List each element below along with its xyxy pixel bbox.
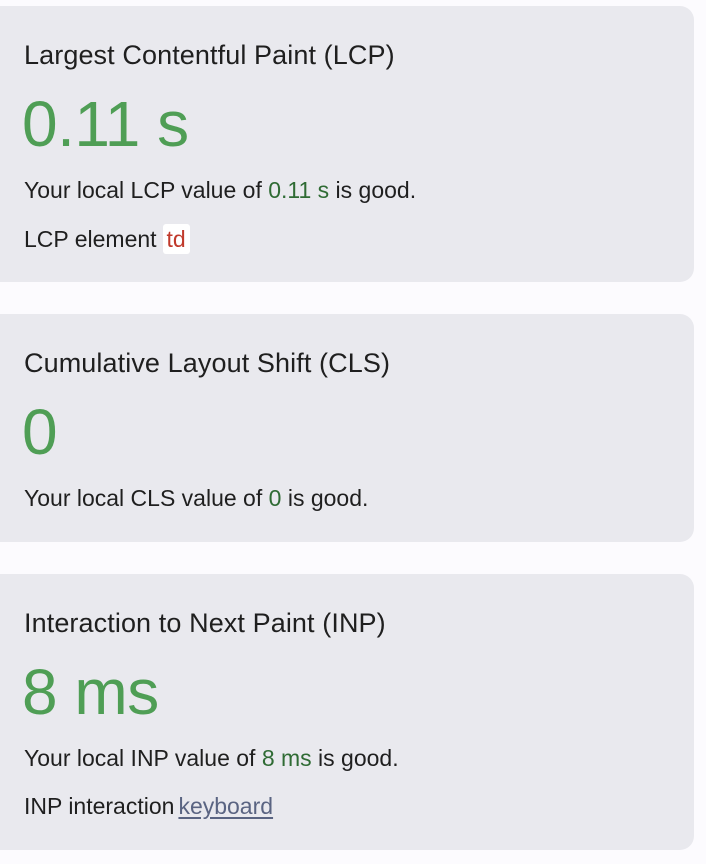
cls-value: 0 <box>22 396 58 468</box>
cls-summary: Your local CLS value of 0 is good. <box>24 484 368 512</box>
cls-title: Cumulative Layout Shift (CLS) <box>24 348 391 378</box>
cls-summary-value: 0 <box>268 485 282 511</box>
lcp-summary-value: 0.11 s <box>268 177 330 203</box>
inp-value: 8 ms <box>22 656 159 728</box>
cls-summary-suffix: is good. <box>281 485 369 511</box>
inp-card: Interaction to Next Paint (INP) 8 ms You… <box>0 574 694 850</box>
lcp-summary-prefix: Your local LCP value of <box>24 177 269 203</box>
lcp-summary-suffix: is good. <box>329 177 417 203</box>
lcp-title: Largest Contentful Paint (LCP) <box>24 40 395 70</box>
inp-interaction-label: INP interaction <box>24 793 175 819</box>
inp-summary-suffix: is good. <box>311 745 399 771</box>
inp-title: Interaction to Next Paint (INP) <box>24 608 386 638</box>
cls-card: Cumulative Layout Shift (CLS) 0 Your loc… <box>0 314 694 542</box>
lcp-value: 0.11 s <box>22 88 189 160</box>
lcp-element-label: LCP element <box>24 226 157 252</box>
inp-summary-value: 8 ms <box>261 745 312 771</box>
inp-summary-prefix: Your local INP value of <box>24 745 262 771</box>
inp-interaction-link[interactable]: keyboard <box>178 793 273 819</box>
lcp-element-value: td <box>162 224 190 254</box>
lcp-element-row: LCP element td <box>24 224 190 254</box>
inp-interaction-row: INP interaction keyboard <box>24 792 273 820</box>
lcp-summary: Your local LCP value of 0.11 s is good. <box>24 176 416 204</box>
inp-summary: Your local INP value of 8 ms is good. <box>24 744 399 772</box>
cls-summary-prefix: Your local CLS value of <box>24 485 269 511</box>
lcp-card: Largest Contentful Paint (LCP) 0.11 s Yo… <box>0 6 694 282</box>
